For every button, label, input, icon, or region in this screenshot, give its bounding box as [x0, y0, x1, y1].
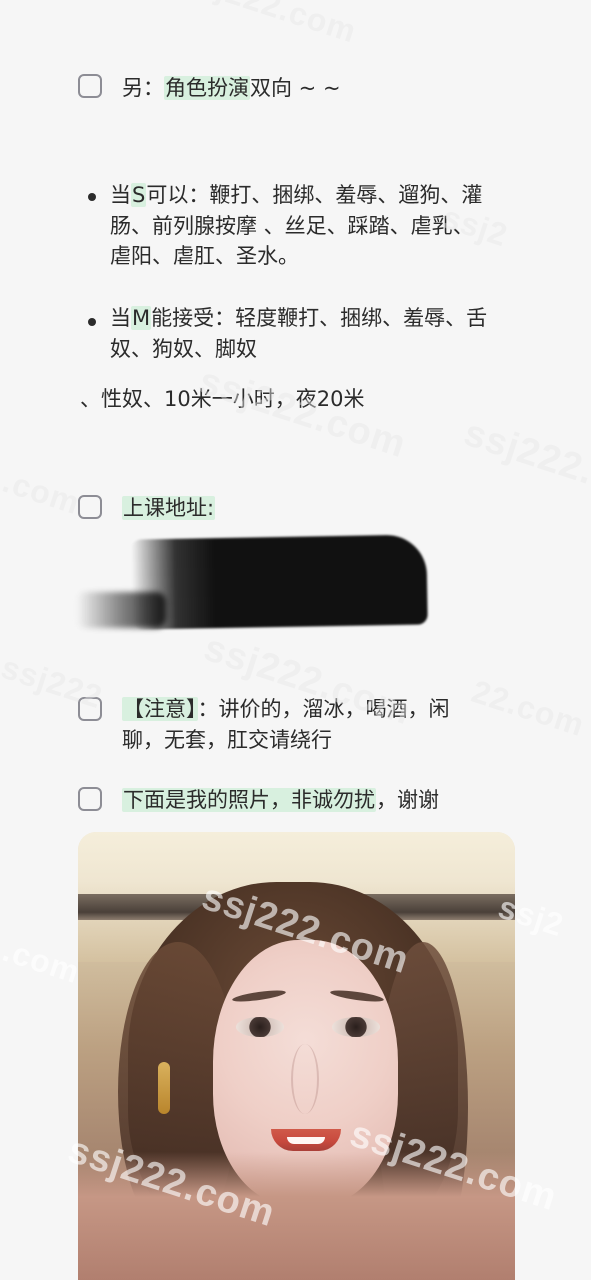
m-highlight: M	[131, 306, 152, 330]
photos-label: 下面是我的照片，非诚勿扰，谢谢	[122, 784, 439, 816]
m-prefix: 当	[110, 306, 131, 330]
address-highlight: 上课地址:	[122, 496, 216, 520]
address-label: 上课地址:	[122, 492, 216, 524]
notes-line-1: 【注意】：讲价的，溜冰，喝酒，闲	[122, 693, 450, 725]
photos-highlight: 下面是我的照片，非诚勿扰	[122, 788, 376, 812]
watermark-top: j222.com	[212, 0, 362, 50]
photo-left-eye	[236, 1017, 284, 1037]
photo-earring	[158, 1062, 170, 1114]
s-role-line-3: 虐阳、虐肛、圣水。	[110, 244, 299, 268]
notes-line-2: 聊，无套，肛交请绕行	[122, 728, 332, 752]
photos-suffix: ，谢谢	[376, 788, 439, 812]
m-line-1-text: 能接受：轻度鞭打、捆绑、羞辱、舌	[151, 306, 488, 330]
redaction-black-box	[131, 534, 428, 630]
bullet-dot-s	[88, 193, 96, 201]
price-line: 、性奴、10米一小时，夜20米	[80, 387, 365, 411]
watermark-lower-right: 22.com	[467, 672, 590, 744]
photo-nose	[291, 1044, 319, 1114]
photo-right-eye	[332, 1017, 380, 1037]
bullet-dot-m	[88, 318, 96, 326]
notes-highlight: 【注意】	[122, 697, 198, 721]
s-line-1-text: 可以：鞭打、捆绑、羞辱、遛狗、灌	[146, 183, 483, 207]
watermark-photo-mid-left: .com	[0, 931, 85, 991]
photo-shoulder	[78, 1152, 515, 1280]
roleplay-suffix: 双向 ~ ~	[250, 76, 341, 100]
checkbox-roleplay[interactable]	[78, 74, 102, 98]
checkbox-photos[interactable]	[78, 787, 102, 811]
m-role-line-1: 当M能接受：轻度鞭打、捆绑、羞辱、舌	[110, 303, 487, 333]
roleplay-highlight: 角色扮演	[164, 76, 250, 100]
notes-line-1-suffix: ：讲价的，溜冰，喝酒，闲	[197, 697, 450, 721]
watermark-left-mid: .com	[0, 462, 85, 522]
page: 另：角色扮演双向 ~ ~ 当S可以：鞭打、捆绑、羞辱、遛狗、灌 肠、前列腺按摩 …	[0, 0, 591, 1280]
s-role-line-2: 肠、前列腺按摩 、丝足、踩踏、虐乳、	[110, 214, 474, 238]
s-prefix: 当	[110, 183, 131, 207]
s-highlight: S	[131, 183, 147, 207]
checkbox-notes[interactable]	[78, 697, 102, 721]
portrait-photo	[78, 832, 515, 1280]
s-role-line-1: 当S可以：鞭打、捆绑、羞辱、遛狗、灌	[110, 180, 482, 210]
photo-mouth	[271, 1129, 341, 1151]
m-role-line-2: 奴、狗奴、脚奴	[110, 337, 257, 361]
roleplay-line: 另：角色扮演双向 ~ ~	[122, 72, 341, 104]
checkbox-address[interactable]	[78, 495, 102, 519]
watermark-mid-right: ssj222.com	[458, 411, 591, 519]
roleplay-prefix: 另：	[122, 76, 164, 100]
